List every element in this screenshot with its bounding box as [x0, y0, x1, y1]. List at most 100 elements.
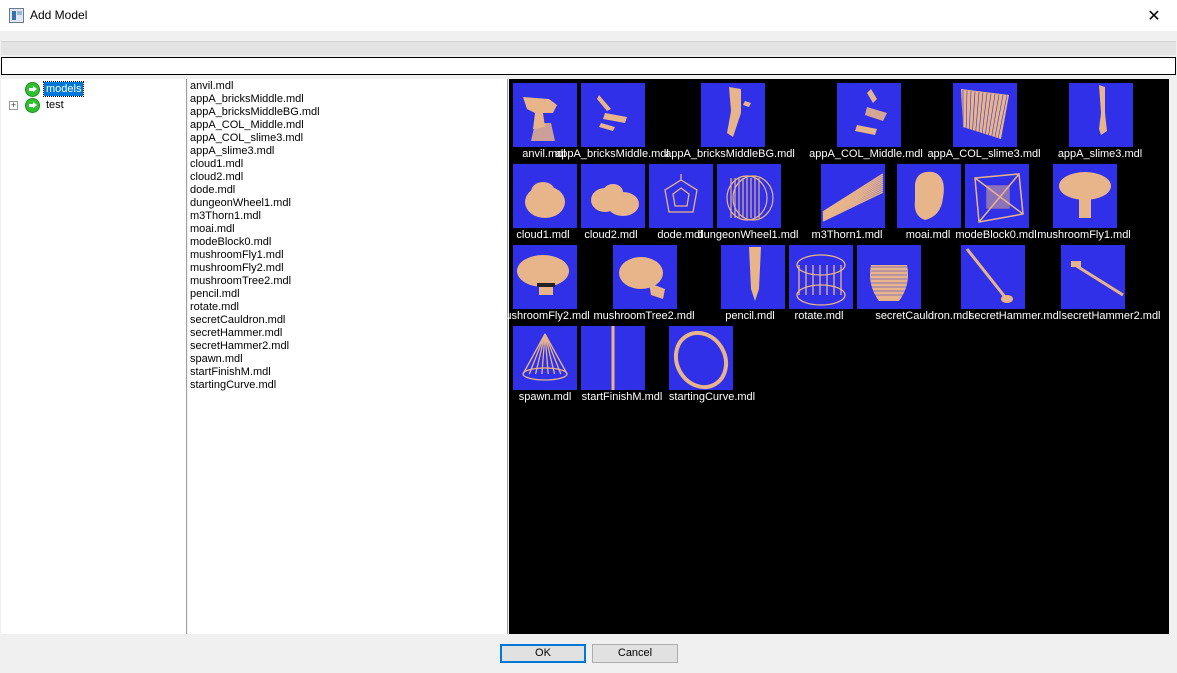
moai-model-icon: [914, 171, 944, 220]
tree-item-label: models: [42, 81, 85, 97]
list-item[interactable]: mushroomFly1.mdl: [190, 249, 284, 262]
list-item[interactable]: dungeonWheel1.mdl: [190, 197, 291, 210]
thumbnail-dungeonWheel1[interactable]: [717, 164, 781, 228]
thumbnail-appA_COL_Middle[interactable]: [837, 83, 901, 147]
mushroom-tree-model-icon: [619, 257, 665, 299]
thumbnail-label: appA_COL_Middle.mdl: [809, 148, 923, 160]
thumbnail-appA_bricksMiddleBG[interactable]: [701, 83, 765, 147]
title-bar: Add Model ✕: [0, 0, 1177, 31]
folder-arrow-icon: [25, 97, 40, 113]
thumbnail-label: spawn.mdl: [518, 391, 572, 403]
thumbnail-label: appA_bricksMiddleBG.mdl: [665, 148, 795, 160]
folder-tree[interactable]: models + test: [1, 79, 187, 634]
thumbnail-modeBlock0[interactable]: [965, 164, 1029, 228]
list-item[interactable]: mushroomFly2.mdl: [190, 262, 284, 275]
thumbnail-label: m3Thorn1.mdl: [811, 229, 883, 241]
list-item[interactable]: cloud2.mdl: [190, 171, 243, 184]
list-item[interactable]: secretCauldron.mdl: [190, 314, 285, 327]
thumbnail-dode[interactable]: [649, 164, 713, 228]
expand-icon[interactable]: +: [9, 100, 18, 110]
list-item[interactable]: appA_bricksMiddle.mdl: [190, 93, 304, 106]
hammer2-model-icon: [1071, 261, 1124, 297]
window-title: Add Model: [30, 8, 88, 22]
tree-item-test[interactable]: + test: [1, 97, 187, 113]
path-input[interactable]: [1, 57, 1176, 75]
list-item[interactable]: moai.mdl: [190, 223, 235, 236]
thumbnail-startFinishM[interactable]: [581, 326, 645, 390]
list-item[interactable]: secretHammer.mdl: [190, 327, 282, 340]
list-item[interactable]: mushroomTree2.mdl: [190, 275, 291, 288]
thumbnail-mushroomFly1[interactable]: [1053, 164, 1117, 228]
pencil-model-icon: [749, 247, 761, 301]
thumbnail-rotate[interactable]: [789, 245, 853, 309]
tree-item-models[interactable]: models: [1, 81, 187, 97]
list-item[interactable]: anvil.mdl: [190, 80, 233, 93]
list-item[interactable]: spawn.mdl: [190, 353, 243, 366]
thumbnail-anvil[interactable]: [513, 83, 577, 147]
close-button[interactable]: ✕: [1131, 0, 1177, 31]
toolbar-strip: [1, 41, 1176, 55]
block-model-icon: [974, 173, 1024, 223]
thumbnail-label: dungeonWheel1.mdl: [697, 229, 799, 241]
thumbnail-grid[interactable]: anvil.mdl appA_bricksMiddle.mdl appA_brick…: [496, 79, 1169, 634]
thumbnail-label: startingCurve.mdl: [668, 391, 756, 403]
list-item[interactable]: m3Thorn1.mdl: [190, 210, 261, 223]
thumbnail-cloud1[interactable]: [513, 164, 577, 228]
dialog-footer: OK Cancel: [0, 634, 1177, 673]
thumbnail-moai[interactable]: [897, 164, 961, 228]
cancel-button[interactable]: Cancel: [592, 644, 678, 663]
list-item[interactable]: rotate.mdl: [190, 301, 239, 314]
col-middle-model-icon: [855, 89, 887, 135]
list-item[interactable]: pencil.mdl: [190, 288, 240, 301]
thumbnail-label: dode.mdl: [657, 229, 703, 241]
thumbnail-appA_bricksMiddle[interactable]: [581, 83, 645, 147]
thumbnail-pencil[interactable]: [721, 245, 785, 309]
thumbnail-label: pencil.mdl: [725, 310, 775, 322]
ring-model-icon: [673, 330, 729, 390]
rotate-cage-model-icon: [796, 254, 846, 306]
anvil-model-icon: [523, 97, 557, 141]
thumbnail-secretHammer2[interactable]: [1061, 245, 1125, 309]
thumbnail-mushroomFly2[interactable]: [513, 245, 577, 309]
pole-model-icon: [611, 326, 615, 390]
list-item[interactable]: cloud1.mdl: [190, 158, 243, 171]
thumbnail-label: cloud1.mdl: [516, 229, 570, 241]
list-item[interactable]: secretHammer2.mdl: [190, 340, 289, 353]
thumbnail-label: secretHammer2.mdl: [1061, 310, 1161, 322]
file-list[interactable]: anvil.mdl appA_bricksMiddle.mdl appA_brick…: [188, 79, 508, 634]
list-item[interactable]: appA_slime3.mdl: [190, 145, 274, 158]
thumbnail-label: mushroomFly2.mdl: [496, 310, 590, 322]
list-item[interactable]: dode.mdl: [190, 184, 235, 197]
thumbnail-cloud2[interactable]: [581, 164, 645, 228]
thumbnail-spawn[interactable]: [513, 326, 577, 390]
ok-button[interactable]: OK: [500, 644, 586, 663]
col-slime-model-icon: [961, 89, 1009, 139]
thumbnail-appA_slime3[interactable]: [1069, 83, 1133, 147]
thumbnail-label: moai.mdl: [905, 229, 951, 241]
thumbnail-label: startFinishM.mdl: [581, 391, 663, 403]
thumbnail-m3Thorn1[interactable]: [821, 164, 885, 228]
list-item[interactable]: appA_bricksMiddleBG.mdl: [190, 106, 320, 119]
hammer-model-icon: [965, 248, 1013, 303]
dodecahedron-model-icon: [664, 174, 698, 213]
list-item[interactable]: modeBlock0.mdl: [190, 236, 271, 249]
thumbnail-startingCurve[interactable]: [669, 326, 733, 390]
bricks-model-icon: [597, 95, 627, 131]
thumbnail-mushroomTree2[interactable]: [613, 245, 677, 309]
thumbnail-secretCauldron[interactable]: [857, 245, 921, 309]
thumbnail-label: appA_COL_slime3.mdl: [927, 148, 1041, 160]
mushroom2-model-icon: [517, 255, 569, 295]
list-item[interactable]: startFinishM.mdl: [190, 366, 271, 379]
thumbnail-secretHammer[interactable]: [961, 245, 1025, 309]
thumbnail-label: secretHammer.mdl: [968, 310, 1062, 322]
mushroom-model-icon: [1059, 172, 1111, 218]
close-icon: ✕: [1147, 7, 1161, 25]
thumbnail-label: mushroomFly1.mdl: [1037, 229, 1131, 241]
list-item[interactable]: appA_COL_slime3.mdl: [190, 132, 303, 145]
thumbnail-appA_COL_slime3[interactable]: [953, 83, 1017, 147]
cloud-model-icon: [525, 182, 565, 218]
thumbnail-label: rotate.mdl: [794, 310, 844, 322]
list-item[interactable]: appA_COL_Middle.mdl: [190, 119, 304, 132]
list-item[interactable]: startingCurve.mdl: [190, 379, 276, 392]
tree-item-label: test: [46, 99, 64, 111]
